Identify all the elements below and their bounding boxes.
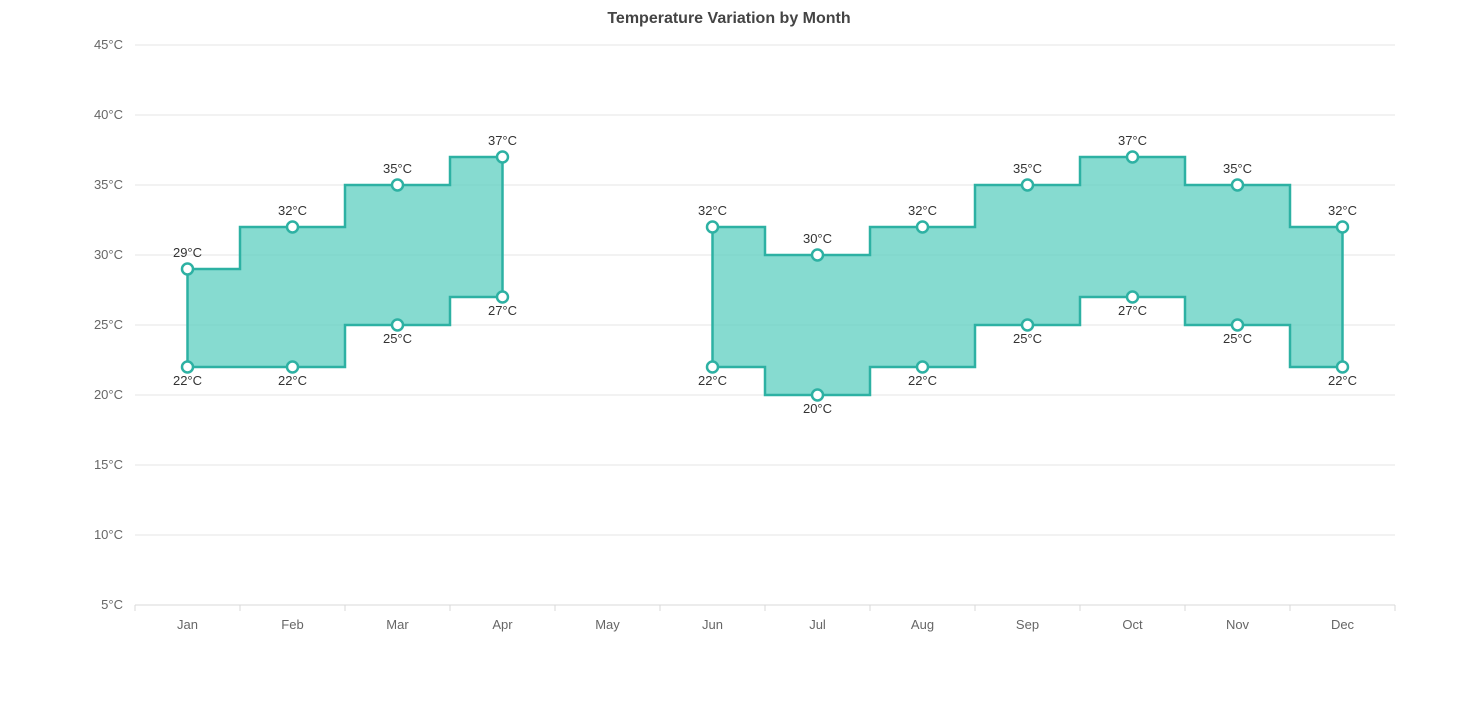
low-marker — [917, 362, 928, 373]
low-marker — [287, 362, 298, 373]
high-marker — [1232, 180, 1243, 191]
low-marker — [497, 292, 508, 303]
low-label: 22°C — [278, 373, 307, 388]
high-marker — [707, 222, 718, 233]
y-tick-label: 40°C — [94, 107, 123, 122]
x-tick-label: May — [595, 617, 620, 632]
high-marker — [1022, 180, 1033, 191]
high-label: 37°C — [488, 133, 517, 148]
high-label: 35°C — [1013, 161, 1042, 176]
high-label: 32°C — [908, 203, 937, 218]
y-tick-label: 5°C — [101, 597, 123, 612]
low-label: 25°C — [383, 331, 412, 346]
low-marker — [392, 320, 403, 331]
low-label: 20°C — [803, 401, 832, 416]
high-marker — [1127, 152, 1138, 163]
low-marker — [812, 390, 823, 401]
low-marker — [1337, 362, 1348, 373]
y-tick-label: 35°C — [94, 177, 123, 192]
low-marker — [1127, 292, 1138, 303]
low-label: 22°C — [698, 373, 727, 388]
low-label: 27°C — [488, 303, 517, 318]
low-label: 22°C — [1328, 373, 1357, 388]
high-label: 32°C — [1328, 203, 1357, 218]
x-tick-label: Jul — [809, 617, 826, 632]
high-marker — [1337, 222, 1348, 233]
x-tick-label: Dec — [1331, 617, 1355, 632]
high-marker — [812, 250, 823, 261]
y-tick-label: 25°C — [94, 317, 123, 332]
high-label: 30°C — [803, 231, 832, 246]
high-label: 35°C — [383, 161, 412, 176]
high-label: 32°C — [698, 203, 727, 218]
high-marker — [392, 180, 403, 191]
x-tick-label: Feb — [281, 617, 303, 632]
high-marker — [287, 222, 298, 233]
y-tick-label: 30°C — [94, 247, 123, 262]
low-marker — [182, 362, 193, 373]
low-marker — [1232, 320, 1243, 331]
x-tick-label: Mar — [386, 617, 409, 632]
high-marker — [917, 222, 928, 233]
range-area-segment — [713, 157, 1343, 395]
low-label: 22°C — [908, 373, 937, 388]
x-tick-label: Apr — [492, 617, 513, 632]
x-tick-label: Sep — [1016, 617, 1039, 632]
high-label: 37°C — [1118, 133, 1147, 148]
high-marker — [497, 152, 508, 163]
low-marker — [707, 362, 718, 373]
range-area-segment — [188, 157, 503, 367]
low-label: 27°C — [1118, 303, 1147, 318]
high-label: 32°C — [278, 203, 307, 218]
y-tick-label: 20°C — [94, 387, 123, 402]
high-label: 29°C — [173, 245, 202, 260]
chart-container: Temperature Variation by Month 5°C 10°C 15… — [0, 0, 1458, 715]
low-label: 22°C — [173, 373, 202, 388]
y-tick-label: 45°C — [94, 37, 123, 52]
high-label: 35°C — [1223, 161, 1252, 176]
y-tick-label: 10°C — [94, 527, 123, 542]
y-tick-label: 15°C — [94, 457, 123, 472]
x-tick-label: Jun — [702, 617, 723, 632]
x-tick-label: Nov — [1226, 617, 1250, 632]
low-marker — [1022, 320, 1033, 331]
high-marker — [182, 264, 193, 275]
low-label: 25°C — [1223, 331, 1252, 346]
range-area-chart: 5°C 10°C 15°C 20°C 25°C 30°C 35°C 40°C 45°C Jan Fe… — [0, 0, 1458, 715]
x-tick-label: Jan — [177, 617, 198, 632]
low-label: 25°C — [1013, 331, 1042, 346]
chart-title: Temperature Variation by Month — [0, 10, 1458, 28]
x-tick-label: Aug — [911, 617, 934, 632]
x-tick-label: Oct — [1122, 617, 1143, 632]
